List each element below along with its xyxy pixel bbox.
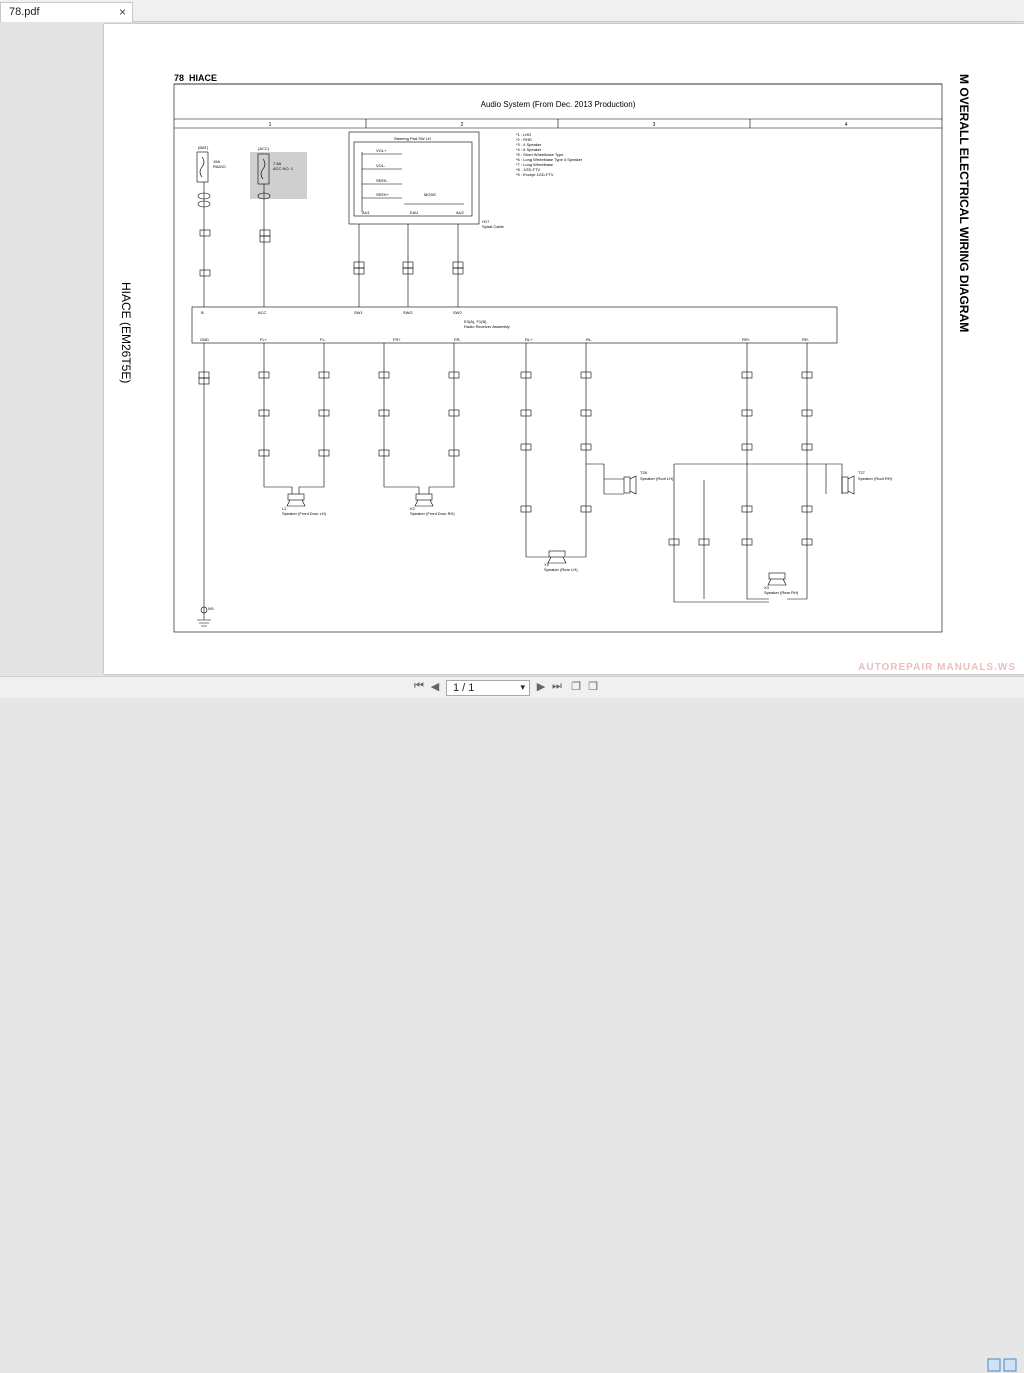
svg-text:ACC: ACC <box>258 310 267 315</box>
svg-text:T27: T27 <box>858 470 866 475</box>
svg-text:VOL-: VOL- <box>376 163 386 168</box>
first-page-icon[interactable]: ⏮ <box>412 680 426 693</box>
svg-text:FL+: FL+ <box>260 337 268 342</box>
speaker-y5 <box>548 550 566 558</box>
fuse-radio <box>196 151 209 183</box>
tab-bar: 78.pdf × <box>0 0 1024 22</box>
tab-title: 78.pdf <box>9 6 40 18</box>
speaker-x3 <box>768 572 786 580</box>
column-2: 2 <box>461 122 464 128</box>
speaker-k2 <box>415 493 433 501</box>
svg-text:SEEK-: SEEK- <box>376 178 389 183</box>
speaker-l2 <box>287 493 305 501</box>
column-1: 1 <box>269 122 272 128</box>
side-engine: HIACE (EM26T5E) <box>119 282 133 383</box>
svg-text:EAU: EAU <box>410 210 418 215</box>
svg-text:(ACC): (ACC) <box>258 146 270 151</box>
svg-text:VOL+: VOL+ <box>376 148 387 153</box>
page-selector[interactable]: 1 / 1 ▾ <box>446 680 530 696</box>
svg-text:RL+: RL+ <box>525 337 533 342</box>
column-3: 3 <box>653 122 656 128</box>
svg-text:SWG: SWG <box>403 310 413 315</box>
prev-page-icon[interactable]: ◀ <box>428 680 442 693</box>
watermark-logo: AUTOREPAIR MANUALS.WS <box>858 662 1016 673</box>
svg-text:RL-: RL- <box>586 337 593 342</box>
svg-text:Radio Receiver Assembly: Radio Receiver Assembly <box>464 324 510 329</box>
tab-close-icon[interactable]: × <box>119 5 126 19</box>
last-page-icon[interactable]: ⏭ <box>550 680 564 693</box>
speaker-t27 <box>841 476 849 494</box>
note-9: *9 : Except 1GD-FTV <box>516 172 554 177</box>
svg-text:Speaker (Rear RH): Speaker (Rear RH) <box>764 590 799 595</box>
svg-text:W1: W1 <box>208 606 215 611</box>
pdf-toolbar: ⏮ ◀ 1 / 1 ▾ ▶ ⏭ ❐ ❐ <box>0 676 1024 1372</box>
svg-text:(BAT): (BAT) <box>198 145 209 150</box>
svg-text:RR+: RR+ <box>742 337 751 342</box>
svg-text:MODE: MODE <box>424 192 436 197</box>
chevron-down-icon: ▾ <box>520 682 525 692</box>
svg-text:Speaker (Front Door LH): Speaker (Front Door LH) <box>282 511 327 516</box>
system-title: Audio System (From Dec. 2013 Production) <box>481 100 636 109</box>
svg-text:Steering Pad SW LH: Steering Pad SW LH <box>394 136 431 141</box>
svg-text:FL-: FL- <box>320 337 327 342</box>
svg-text:GND: GND <box>200 337 209 342</box>
svg-text:AU2: AU2 <box>456 210 465 215</box>
tab-document[interactable]: 78.pdf × <box>0 2 133 22</box>
svg-text:Speaker (Rear LH): Speaker (Rear LH) <box>544 567 578 572</box>
svg-text:FR+: FR+ <box>393 337 401 342</box>
pdf-page: 78 HIACE Audio System (From Dec. 2013 Pr… <box>104 24 1024 674</box>
svg-text:Spiral Cable: Spiral Cable <box>482 224 505 229</box>
svg-text:Speaker (Roof RH): Speaker (Roof RH) <box>858 476 893 481</box>
side-title: M OVERALL ELECTRICAL WIRING DIAGRAM <box>957 74 971 332</box>
view-mode-icon[interactable] <box>986 1357 1020 1373</box>
svg-text:FR-: FR- <box>454 337 461 342</box>
svg-text:RR-: RR- <box>802 337 810 342</box>
svg-text:RADIO: RADIO <box>213 164 226 169</box>
page-number: 78 <box>174 73 184 83</box>
svg-text:Speaker (Roof LH): Speaker (Roof LH) <box>640 476 674 481</box>
fuse-acc-highlight <box>250 152 307 199</box>
wiring-diagram: 78 HIACE Audio System (From Dec. 2013 Pr… <box>119 73 971 633</box>
document-viewer[interactable]: 78 HIACE Audio System (From Dec. 2013 Pr… <box>0 22 1024 676</box>
single-page-view-icon[interactable]: ❐ <box>569 680 583 693</box>
svg-text:ACC NO. 1: ACC NO. 1 <box>273 166 294 171</box>
radio-receiver <box>191 306 838 344</box>
svg-text:SW2: SW2 <box>453 310 462 315</box>
model-name: HIACE <box>189 73 217 83</box>
svg-text:AU1: AU1 <box>362 210 371 215</box>
svg-text:T26: T26 <box>640 470 648 475</box>
speaker-t26 <box>623 476 631 494</box>
svg-text:Speaker (Front Door RH): Speaker (Front Door RH) <box>410 511 455 516</box>
svg-text:SEEK+: SEEK+ <box>376 192 390 197</box>
svg-text:SW1: SW1 <box>354 310 363 315</box>
svg-text:B: B <box>201 310 204 315</box>
column-4: 4 <box>845 122 848 128</box>
two-page-view-icon[interactable]: ❐ <box>586 680 600 693</box>
page-indicator: 1 / 1 <box>453 682 475 694</box>
next-page-icon[interactable]: ▶ <box>534 680 548 693</box>
